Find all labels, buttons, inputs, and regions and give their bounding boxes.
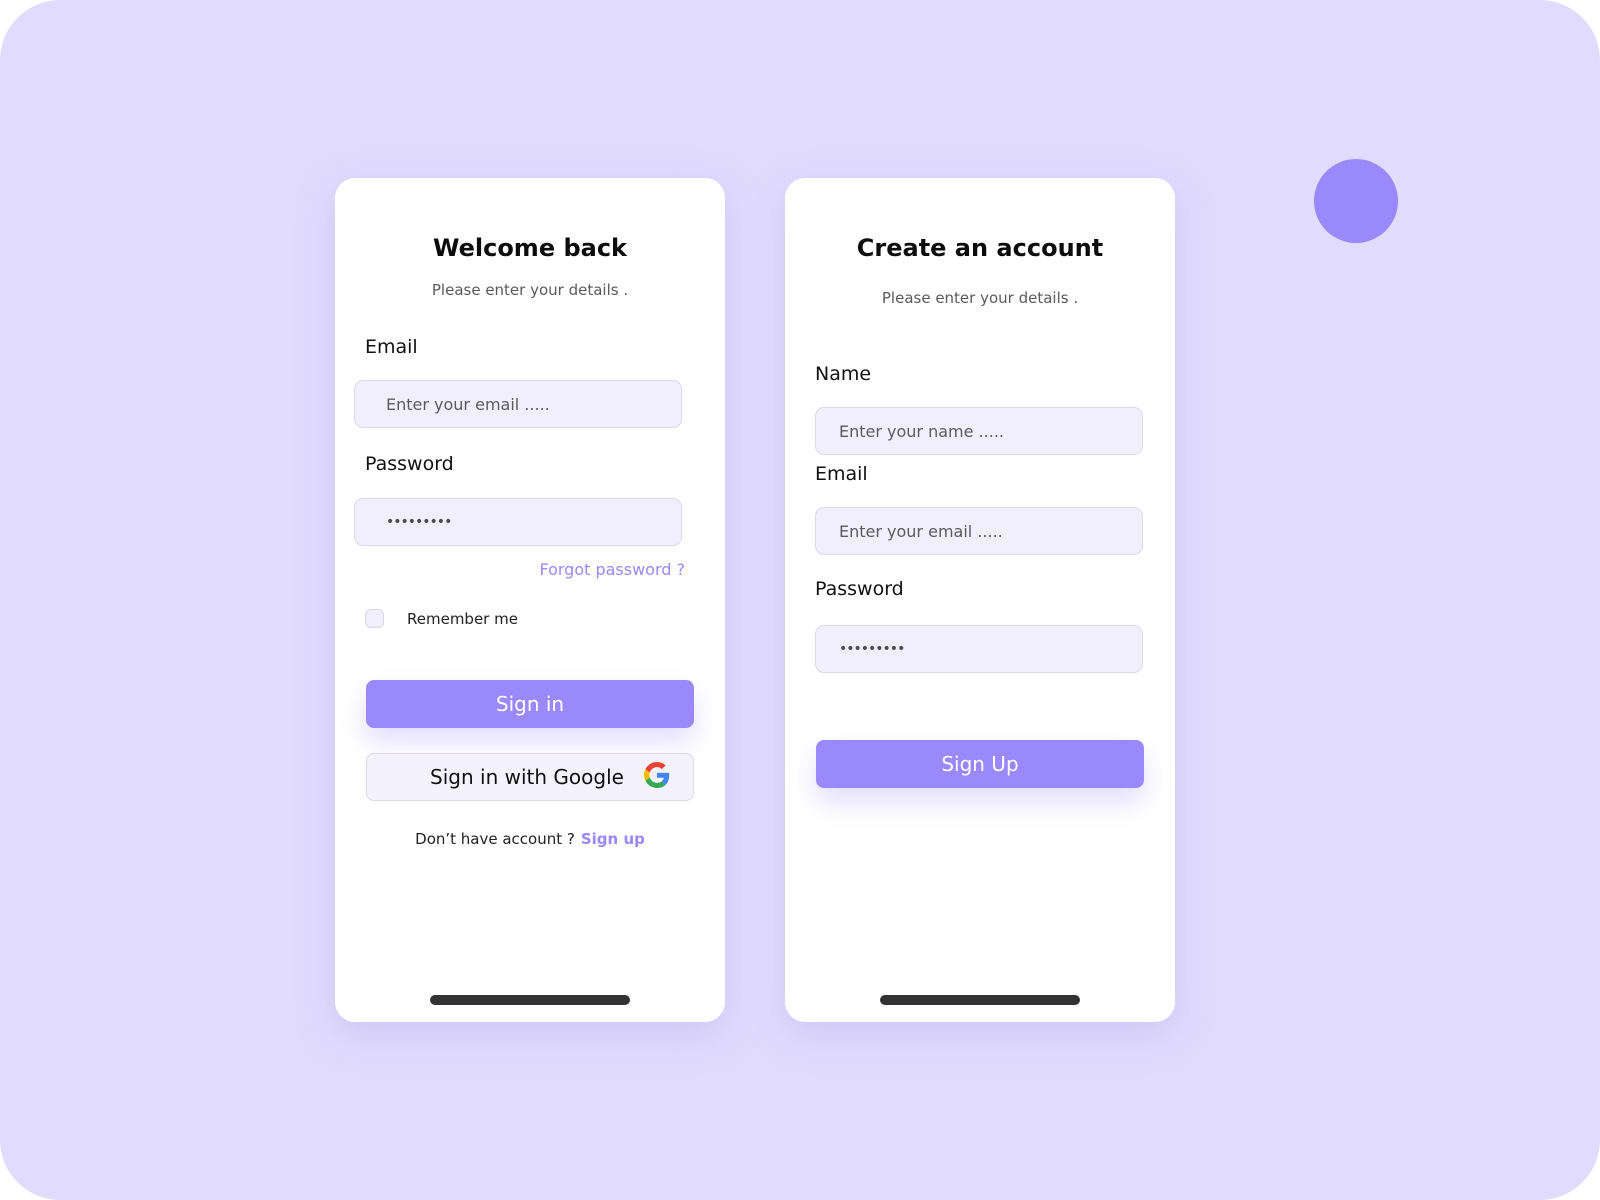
login-email-input[interactable]: Enter your email ..... bbox=[354, 380, 682, 428]
no-account-text: Don’t have account ? bbox=[415, 830, 575, 848]
login-password-input[interactable]: ••••••••• bbox=[354, 498, 682, 546]
login-subtitle: Please enter your details . bbox=[431, 281, 629, 299]
google-sign-in-button[interactable]: Sign in with Google bbox=[366, 753, 694, 801]
sign-in-button[interactable]: Sign in bbox=[366, 680, 694, 728]
signup-title: Create an account bbox=[856, 234, 1104, 262]
google-g-icon bbox=[643, 761, 670, 793]
password-label: Password bbox=[365, 453, 454, 475]
signup-password-label: Password bbox=[815, 578, 904, 600]
forgot-password-link[interactable]: Forgot password ? bbox=[539, 560, 685, 579]
sign-up-button[interactable]: Sign Up bbox=[816, 740, 1144, 788]
home-indicator bbox=[880, 995, 1080, 1005]
signup-password-input[interactable]: ••••••••• bbox=[815, 625, 1143, 673]
remember-me-label: Remember me bbox=[407, 610, 518, 628]
signup-email-label: Email bbox=[815, 463, 868, 485]
decorative-circle bbox=[1314, 159, 1398, 243]
signup-email-input[interactable]: Enter your email ..... bbox=[815, 507, 1143, 555]
background-canvas: Welcome back Please enter your details .… bbox=[0, 0, 1600, 1200]
no-account-line: Don’t have account ? Sign up bbox=[335, 830, 725, 848]
login-title: Welcome back bbox=[432, 234, 628, 262]
signup-subtitle: Please enter your details . bbox=[881, 289, 1079, 307]
name-label: Name bbox=[815, 363, 872, 385]
home-indicator bbox=[430, 995, 630, 1005]
email-label: Email bbox=[365, 336, 418, 358]
google-button-label: Sign in with Google bbox=[430, 765, 624, 789]
login-card: Welcome back Please enter your details .… bbox=[335, 178, 725, 1022]
signup-card: Create an account Please enter your deta… bbox=[785, 178, 1175, 1022]
sign-up-link[interactable]: Sign up bbox=[581, 830, 645, 848]
remember-me-checkbox[interactable] bbox=[365, 609, 384, 628]
signup-name-input[interactable]: Enter your name ..... bbox=[815, 407, 1143, 455]
